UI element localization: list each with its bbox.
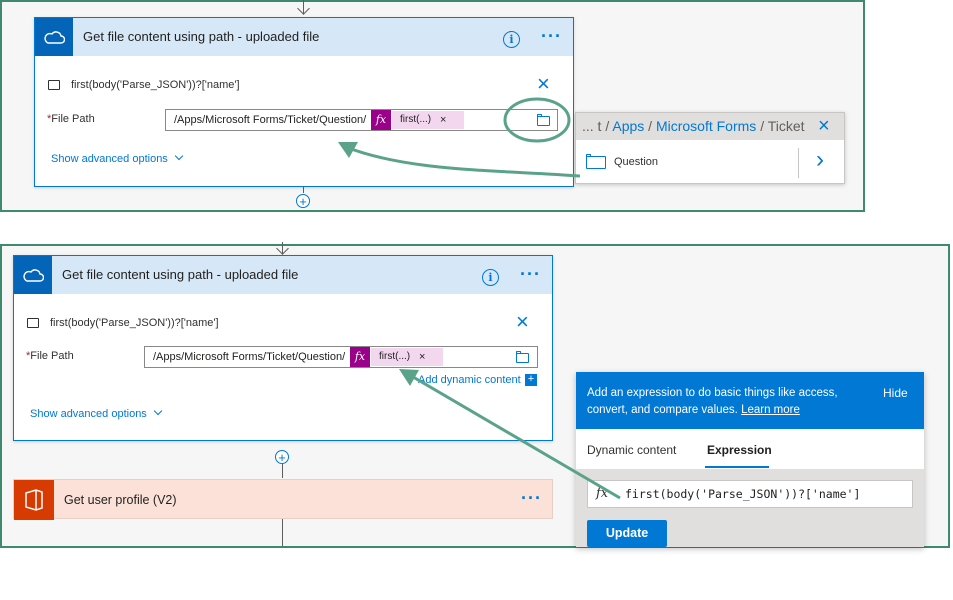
get-user-profile-card[interactable]: Get user profile (V2) ···	[13, 479, 553, 520]
breadcrumb-separator: /	[648, 118, 653, 134]
fx-icon: fx	[371, 110, 391, 130]
folder-icon[interactable]	[537, 114, 550, 126]
folder-list-item[interactable]: Question ›	[576, 140, 844, 184]
expression-flyout[interactable]: Add an expression to do basic things lik…	[576, 372, 924, 547]
show-advanced-options-link[interactable]: Show advanced options	[30, 406, 163, 420]
folder-item-label: Question	[614, 156, 659, 168]
close-icon[interactable]: ×	[516, 311, 529, 333]
comment-icon	[48, 80, 60, 90]
token-remove-icon[interactable]: ×	[419, 348, 425, 366]
file-path-label: *File Path	[26, 350, 74, 362]
breadcrumb-microsoft-forms[interactable]: Microsoft Forms	[656, 118, 756, 134]
flyout-description-text: Add an expression to do basic things lik…	[587, 387, 838, 416]
expression-input[interactable]: fx first(body('Parse_JSON'))?['name']	[587, 480, 913, 508]
file-path-value: /Apps/Microsoft Forms/Ticket/Question/	[153, 351, 346, 363]
close-browser-icon[interactable]: ×	[818, 116, 830, 136]
show-advanced-options-text: Show advanced options	[51, 153, 168, 165]
expression-token[interactable]: first(...) ×	[392, 111, 464, 129]
more-options-icon[interactable]: ···	[541, 26, 562, 47]
breadcrumb-ticket: Ticket	[767, 118, 805, 134]
file-path-label-text: File Path	[30, 350, 74, 362]
bottom-card-connector-lower	[282, 464, 283, 478]
flyout-header: Add an expression to do basic things lik…	[576, 372, 924, 429]
onedrive-icon	[35, 18, 73, 56]
breadcrumb-apps[interactable]: Apps	[612, 118, 644, 134]
expression-token[interactable]: first(...) ×	[371, 348, 443, 366]
bottom-card-title: Get file content using path - uploaded f…	[62, 267, 299, 282]
get-user-profile-title: Get user profile (V2)	[64, 493, 177, 507]
show-advanced-options-text: Show advanced options	[30, 408, 147, 420]
folder-item-divider	[798, 148, 799, 178]
file-path-value: /Apps/Microsoft Forms/Ticket/Question/	[174, 114, 367, 126]
expression-input-value: first(body('Parse_JSON'))?['name']	[625, 487, 861, 501]
chevron-down-icon	[153, 406, 163, 416]
tab-dynamic-content[interactable]: Dynamic content	[587, 443, 676, 457]
comment-icon	[27, 318, 39, 328]
chevron-down-icon	[174, 151, 184, 161]
file-path-input[interactable]: /Apps/Microsoft Forms/Ticket/Question/ f…	[165, 109, 558, 131]
update-button-label: Update	[605, 526, 649, 540]
top-action-card[interactable]: Get file content using path - uploaded f…	[34, 17, 574, 187]
expression-token-label: first(...)	[379, 351, 411, 362]
file-path-label-text: File Path	[51, 113, 95, 125]
insert-step-icon[interactable]: +	[275, 450, 289, 464]
learn-more-link[interactable]: Learn more	[741, 404, 800, 416]
fx-icon: fx	[350, 347, 370, 367]
file-path-label: *File Path	[47, 113, 95, 125]
breadcrumb-separator: /	[760, 118, 765, 134]
top-card-header[interactable]: Get file content using path - uploaded f…	[35, 18, 573, 56]
file-path-input[interactable]: /Apps/Microsoft Forms/Ticket/Question/ f…	[144, 346, 538, 368]
close-icon[interactable]: ×	[537, 73, 550, 95]
office-icon	[14, 480, 54, 520]
token-remove-icon[interactable]: ×	[440, 111, 446, 129]
top-card-expression: first(body('Parse_JSON'))?['name']	[71, 79, 240, 91]
fx-icon: fx	[596, 486, 609, 501]
show-advanced-options-link[interactable]: Show advanced options	[51, 151, 184, 165]
breadcrumb: ... t / Apps / Microsoft Forms / Ticket	[582, 118, 805, 134]
breadcrumb-separator: /	[605, 118, 610, 134]
chevron-right-icon[interactable]: ›	[816, 146, 824, 174]
hide-button[interactable]: Hide	[883, 386, 908, 400]
bottom-card-expression: first(body('Parse_JSON'))?['name']	[50, 317, 219, 329]
tab-expression[interactable]: Expression	[707, 443, 772, 457]
more-options-icon[interactable]: ···	[521, 488, 542, 509]
folder-icon[interactable]	[516, 351, 529, 363]
profile-card-connector	[282, 519, 283, 546]
add-dynamic-content-link[interactable]: Add dynamic content	[418, 374, 521, 386]
folder-browser[interactable]: ... t / Apps / Microsoft Forms / Ticket …	[575, 112, 845, 184]
more-options-icon[interactable]: ···	[520, 264, 541, 285]
breadcrumb-ellipsis[interactable]: ... t	[582, 118, 601, 134]
flyout-description: Add an expression to do basic things lik…	[587, 385, 867, 419]
expression-token-label: first(...)	[400, 114, 432, 125]
tab-active-underline	[705, 466, 769, 468]
info-icon[interactable]: i	[503, 31, 520, 48]
folder-icon	[586, 154, 606, 169]
bottom-card-header[interactable]: Get file content using path - uploaded f…	[14, 256, 552, 294]
top-card-title: Get file content using path - uploaded f…	[83, 29, 320, 44]
info-icon[interactable]: i	[482, 269, 499, 286]
add-dynamic-content-icon[interactable]: +	[525, 374, 537, 386]
top-card-connector	[303, 187, 304, 193]
insert-step-icon[interactable]: +	[296, 194, 310, 208]
update-button[interactable]: Update	[587, 520, 667, 547]
onedrive-icon	[14, 256, 52, 294]
folder-browser-breadcrumb: ... t / Apps / Microsoft Forms / Ticket …	[576, 113, 844, 140]
bottom-action-card[interactable]: Get file content using path - uploaded f…	[13, 255, 553, 441]
